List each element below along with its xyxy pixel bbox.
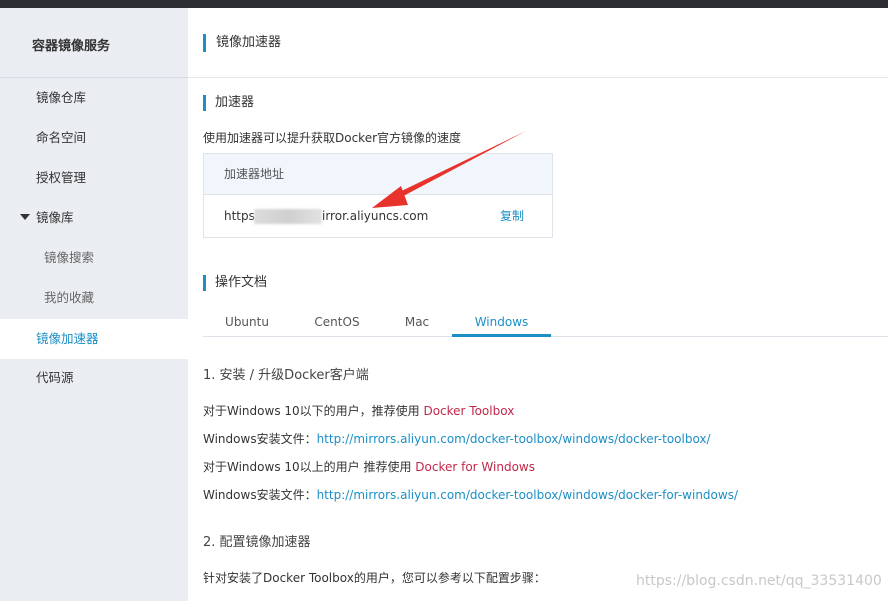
sidebar-item-label: 镜像加速器 [36,331,99,346]
tab-ubuntu[interactable]: Ubuntu [203,313,291,337]
step2-text: 针对安装了Docker Toolbox的用户，您可以参考以下配置步骤： [203,571,546,585]
accelerator-address-box: 加速器地址 https: irror.aliyuncs.com 复制 [203,153,553,238]
docker-for-windows-download-link[interactable]: http://mirrors.aliyun.com/docker-toolbox… [317,488,738,502]
tab-windows[interactable]: Windows [452,313,551,337]
sidebar-item-authorization[interactable]: 授权管理 [0,158,188,198]
top-bar [0,0,888,8]
accelerator-url-suffix: irror.aliyuncs.com [322,209,429,223]
sidebar-item-label: 我的收藏 [44,290,95,305]
doc-line-1: 对于Windows 10以下的用户，推荐使用 Docker Toolbox [203,402,514,419]
step2-title: 2. 配置镜像加速器 [203,535,311,550]
tab-centos[interactable]: CentOS [293,313,381,337]
doc-line-2: Windows安装文件：http://mirrors.aliyun.com/do… [203,430,711,447]
tab-mac[interactable]: Mac [385,313,449,337]
accelerator-address-header: 加速器地址 [204,154,552,195]
sidebar-title: 容器镜像服务 [32,39,111,54]
header-divider [188,77,888,78]
sidebar-item-image-accelerator[interactable]: 镜像加速器 [0,319,188,359]
sidebar-item-label: 镜像搜索 [44,250,95,265]
sidebar-item-namespaces[interactable]: 命名空间 [0,118,188,158]
sidebar-item-repositories[interactable]: 镜像仓库 [0,78,188,118]
os-tabs: Ubuntu CentOS Mac Windows [203,313,888,337]
sidebar: 容器镜像服务 镜像仓库 命名空间 授权管理 镜像库 镜像搜索 我的收藏 镜像加速… [0,8,188,601]
sidebar-item-code-source[interactable]: 代码源 [0,358,188,398]
accelerator-address-row: https: irror.aliyuncs.com 复制 [204,195,552,237]
docs-section-title: 操作文档 [203,275,267,291]
docker-for-windows-link[interactable]: Docker for Windows [415,460,535,474]
toolbox-download-link[interactable]: http://mirrors.aliyun.com/docker-toolbox… [317,432,711,446]
sidebar-item-label: 镜像库 [36,210,74,225]
sidebar-item-favorites[interactable]: 我的收藏 [0,278,188,318]
step1-title: 1. 安装 / 升级Docker客户端 [203,368,369,383]
sidebar-item-label: 授权管理 [36,170,87,185]
main-content: 镜像加速器 加速器 使用加速器可以提升获取Docker官方镜像的速度 加速器地址… [188,8,888,601]
accelerator-section-title: 加速器 [203,95,254,111]
doc-line-3: 对于Windows 10以上的用户 推荐使用 Docker for Window… [203,458,535,475]
page-title: 镜像加速器 [203,34,281,52]
sidebar-item-label: 命名空间 [36,130,87,145]
redacted-blur [254,209,322,224]
accelerator-description: 使用加速器可以提升获取Docker官方镜像的速度 [203,131,462,145]
sidebar-item-image-search[interactable]: 镜像搜索 [0,238,188,278]
doc-line-text: Windows安装文件： [203,432,317,446]
sidebar-item-label: 镜像仓库 [36,90,87,105]
doc-line-text: Windows安装文件： [203,488,317,502]
sidebar-item-label: 代码源 [36,370,74,385]
doc-line-4: Windows安装文件：http://mirrors.aliyun.com/do… [203,486,738,503]
docker-toolbox-link[interactable]: Docker Toolbox [423,404,514,418]
doc-line-text: 对于Windows 10以上的用户 推荐使用 [203,460,416,474]
caret-down-icon [20,214,30,220]
copy-link[interactable]: 复制 [500,195,524,237]
sidebar-group-image-library[interactable]: 镜像库 [0,198,188,238]
watermark: https://blog.csdn.net/qq_33531400 [636,573,882,589]
doc-line-text: 对于Windows 10以下的用户，推荐使用 [203,404,424,418]
